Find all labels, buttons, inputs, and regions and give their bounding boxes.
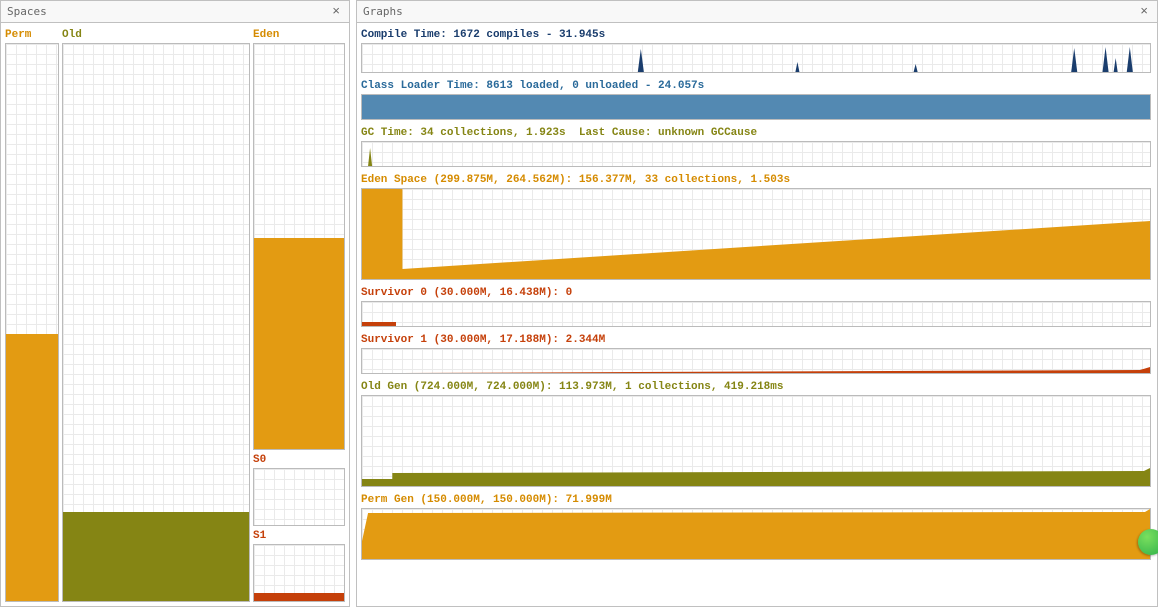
graph-compile-plot [361,43,1151,73]
space-eden-label: Eden [253,27,345,43]
help-fab-icon[interactable] [1138,529,1158,555]
graph-perm-title: Perm Gen (150.000M, 150.000M): 71.999M [361,492,1151,508]
spaces-header: Spaces × [1,1,349,23]
space-perm: Perm [5,27,59,602]
graph-eden-title: Eden Space (299.875M, 264.562M): 156.377… [361,172,1151,188]
spaces-body: Perm Old Eden [1,23,349,606]
space-eden-col: Eden S0 S1 [253,27,345,602]
graph-surv0-fill [362,322,396,326]
graph-gc-label: GC Time: 34 collections, 1.923s [361,127,566,139]
graph-eden: Eden Space (299.875M, 264.562M): 156.377… [361,172,1151,280]
space-old-label: Old [62,27,250,43]
space-perm-fill [6,334,58,601]
graph-surv1-plot [361,348,1151,374]
space-old-fill [63,512,249,601]
graph-perm-plot [361,508,1151,560]
graph-perm: Perm Gen (150.000M, 150.000M): 71.999M [361,492,1151,560]
graph-old: Old Gen (724.000M, 724.000M): 113.973M, … [361,379,1151,487]
space-eden-fill [254,238,344,449]
graph-eden-plot [361,188,1151,280]
graph-old-plot [361,395,1151,487]
space-eden: Eden [253,27,345,450]
spaces-panel: Spaces × Perm Old Eden [0,0,350,607]
graph-classloader-title: Class Loader Time: 8613 loaded, 0 unload… [361,78,1151,94]
space-s1-bar [253,544,345,602]
close-icon[interactable]: × [329,4,343,19]
graph-surv1: Survivor 1 (30.000M, 17.188M): 2.344M [361,332,1151,374]
space-s1-label: S1 [253,528,345,544]
graphs-body: Compile Time: 1672 compiles - 31.945s [357,23,1157,606]
space-s0-label: S0 [253,452,345,468]
space-s1: S1 [253,528,345,602]
graph-surv0-plot [361,301,1151,327]
space-old-bar [62,43,250,602]
graph-surv0-title: Survivor 0 (30.000M, 16.438M): 0 [361,285,1151,301]
space-eden-bar [253,43,345,450]
graph-gc: GC Time: 34 collections, 1.923s Last Cau… [361,125,1151,167]
graph-gc-plot [361,141,1151,167]
graph-classloader-fill [362,95,1150,119]
graphs-header: Graphs × [357,1,1157,23]
graphs-title: Graphs [363,5,403,18]
graphs-panel: Graphs × Compile Time: 1672 compiles - 3… [356,0,1158,607]
graph-gc-extra: Last Cause: unknown GCCause [579,127,757,139]
graph-gc-title: GC Time: 34 collections, 1.923s Last Cau… [361,125,1151,141]
space-old: Old [62,27,250,602]
graph-compile-title: Compile Time: 1672 compiles - 31.945s [361,27,1151,43]
space-perm-label: Perm [5,27,59,43]
graph-old-title: Old Gen (724.000M, 724.000M): 113.973M, … [361,379,1151,395]
graph-classloader-plot [361,94,1151,120]
graph-classloader: Class Loader Time: 8613 loaded, 0 unload… [361,78,1151,120]
close-icon[interactable]: × [1137,4,1151,19]
graph-surv0: Survivor 0 (30.000M, 16.438M): 0 [361,285,1151,327]
graph-surv1-title: Survivor 1 (30.000M, 17.188M): 2.344M [361,332,1151,348]
space-s0: S0 [253,452,345,526]
spaces-title: Spaces [7,5,47,18]
graph-compile: Compile Time: 1672 compiles - 31.945s [361,27,1151,73]
space-perm-bar [5,43,59,602]
space-s1-fill [254,593,344,601]
space-s0-bar [253,468,345,526]
